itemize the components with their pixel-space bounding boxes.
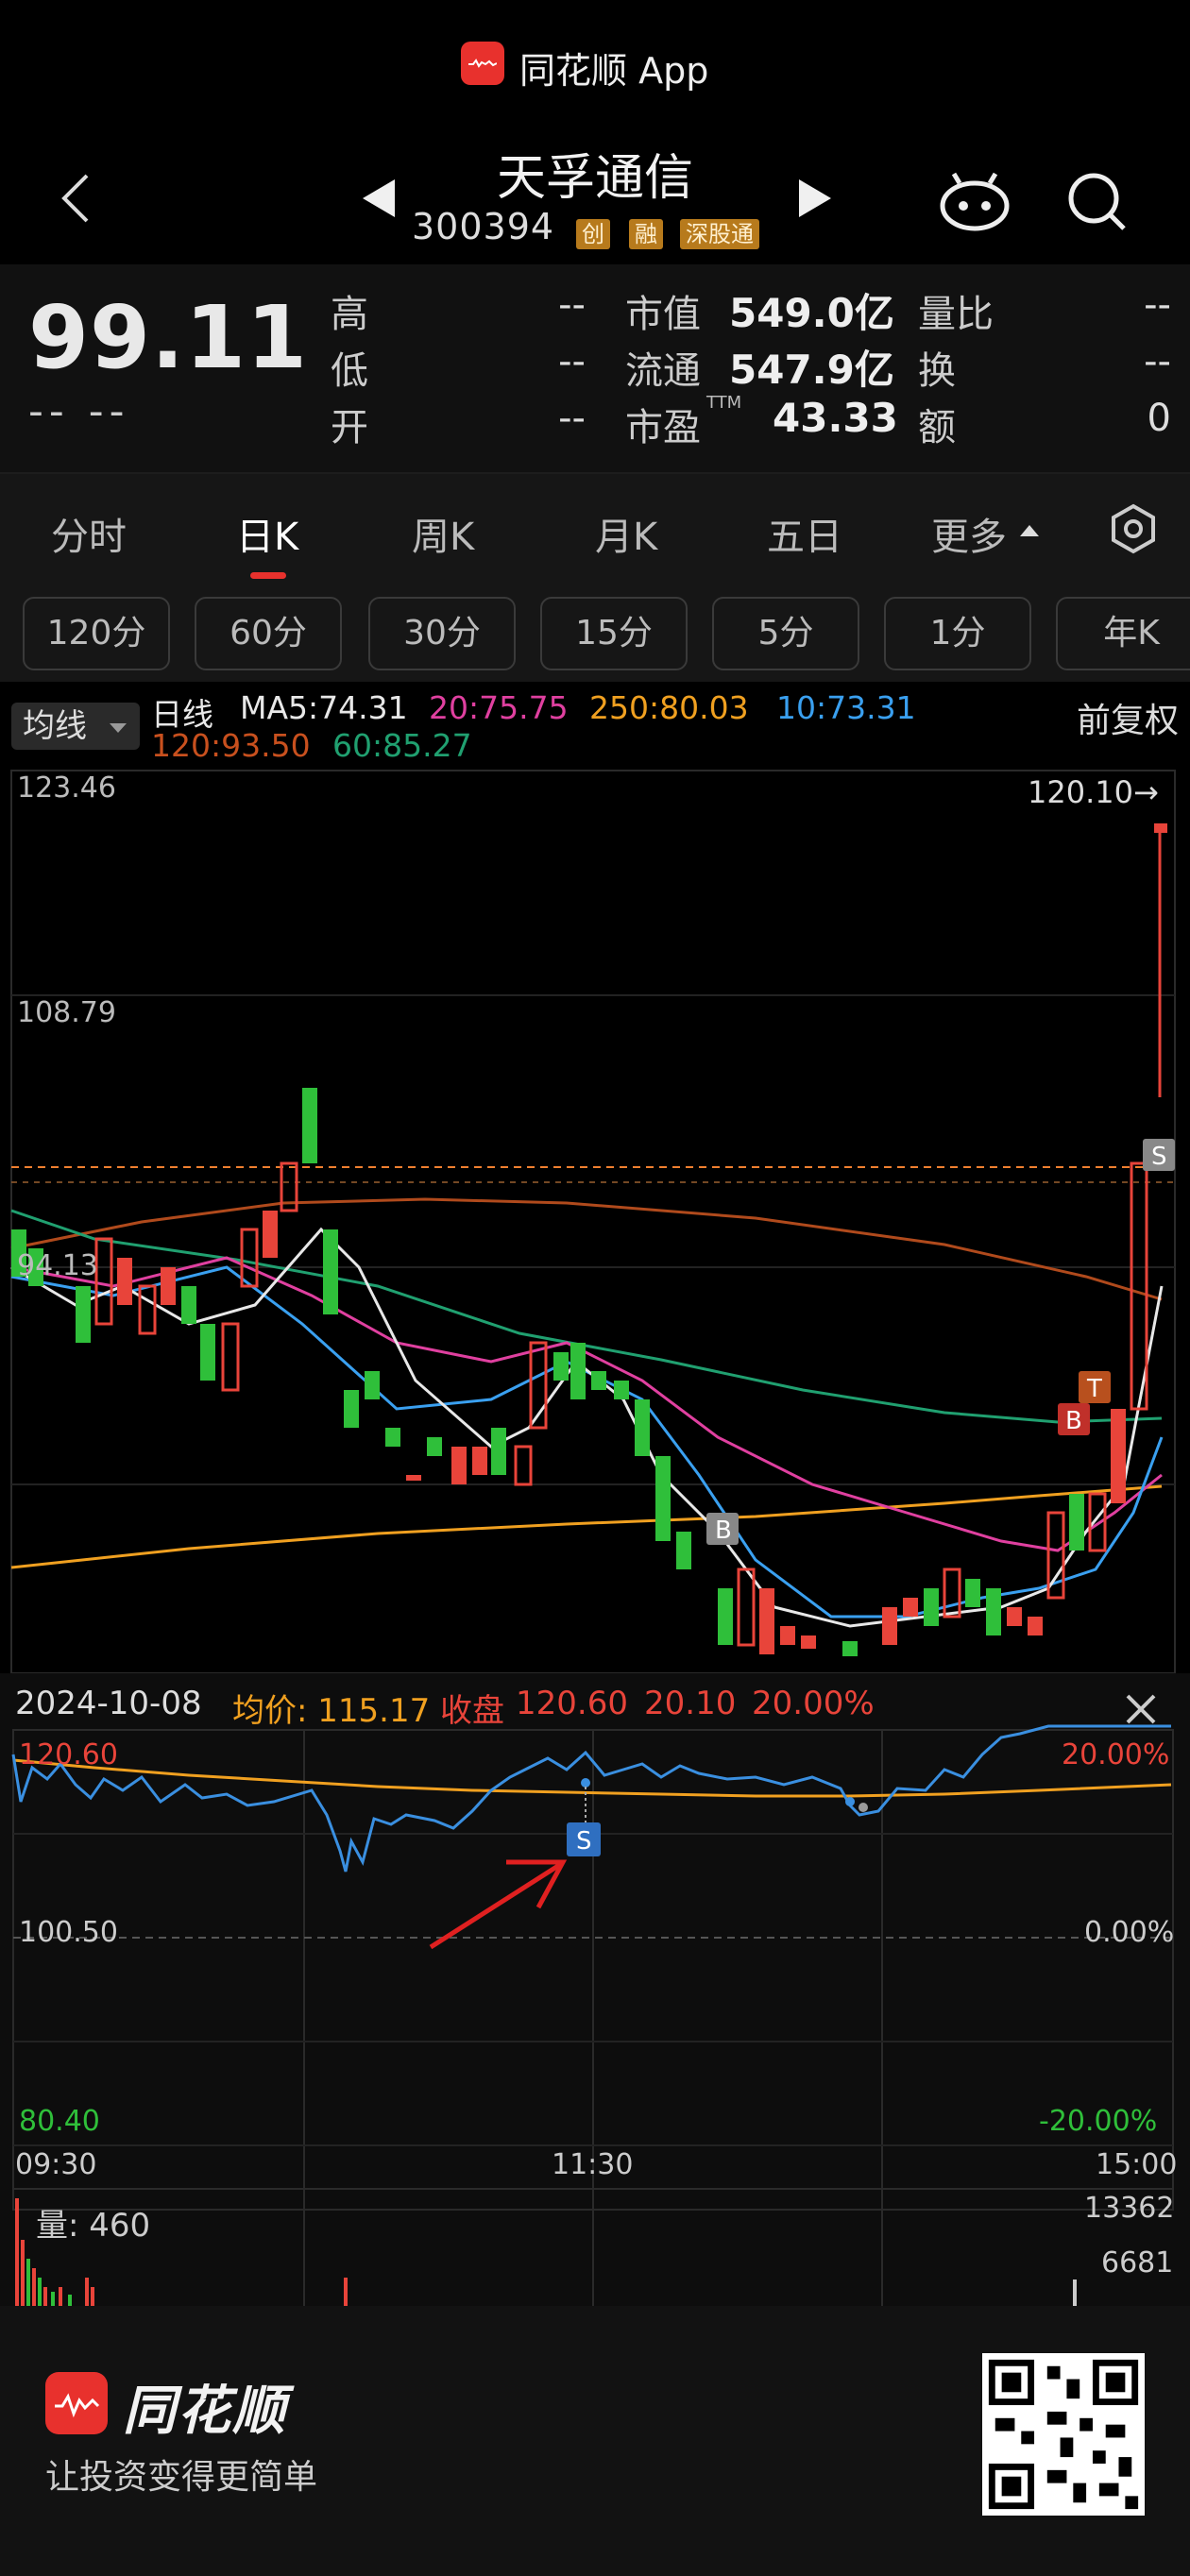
volume-tick-top: 13362	[1084, 2192, 1174, 2225]
candles	[11, 823, 1167, 1656]
footer-brand: 同花顺	[123, 2381, 287, 2442]
period-5min[interactable]: 5分	[712, 597, 859, 670]
settings-icon[interactable]	[1107, 502, 1160, 555]
y-label-top: 123.46	[17, 771, 116, 805]
period-15min[interactable]: 15分	[540, 597, 688, 670]
intraday-canvas: S 120.60 100.50 80.40 20.00% 0.00% -20.0…	[11, 1724, 1177, 2306]
qr-code-icon	[982, 2353, 1145, 2516]
stat-value-amount: 0	[1147, 397, 1171, 440]
period-60min[interactable]: 60分	[195, 597, 342, 670]
stat-label-pe: 市盈	[625, 406, 701, 449]
tab-more[interactable]: 更多	[931, 506, 1007, 561]
stat-label-volratio: 量比	[918, 293, 994, 336]
x-label-noon: 11:30	[552, 2148, 633, 2181]
tab-month-k[interactable]: 月K	[595, 506, 657, 561]
current-price: 99.11	[28, 287, 309, 388]
volume-label: 量: 460	[36, 2207, 150, 2245]
y-right-bottom: -20.00%	[1039, 2105, 1157, 2138]
kline-canvas: 123.46 108.79 94.13 120.10→ B B T S	[10, 770, 1176, 1673]
svg-text:B: B	[1065, 1407, 1082, 1435]
footer-logo-icon	[45, 2372, 108, 2434]
tag-rong: 融	[629, 219, 663, 249]
stat-label-amount: 额	[918, 406, 956, 449]
period-year-k[interactable]: 年K	[1056, 597, 1190, 670]
marker-b2[interactable]: B	[1058, 1403, 1090, 1435]
stat-value-volratio: --	[1144, 283, 1171, 327]
tag-chuang: 创	[576, 219, 610, 249]
y-left-mid: 100.50	[19, 1916, 118, 1949]
search-icon[interactable]	[1065, 170, 1128, 232]
stock-name: 天孚通信	[496, 150, 693, 207]
tag-shengutong: 深股通	[680, 219, 759, 249]
marker-s[interactable]: S	[1143, 1139, 1175, 1171]
stat-label-float: 流通	[625, 349, 701, 393]
marker-b1[interactable]: B	[706, 1513, 739, 1545]
ma250-line	[10, 1484, 1163, 1569]
s-point-dot	[581, 1778, 590, 1788]
stat-label-low: 低	[331, 349, 368, 393]
active-tab-indicator	[250, 572, 286, 579]
kline-chart[interactable]: 均线 日线 MA5:74.31 20:75.75 250:80.03 10:73…	[0, 682, 1190, 1673]
ma120-line	[10, 1197, 1163, 1301]
robot-assistant-icon[interactable]	[939, 170, 1011, 232]
max-price-label: 120.10→	[1028, 774, 1159, 810]
svg-text:B: B	[715, 1517, 732, 1545]
stat-value-low: --	[558, 340, 586, 383]
stat-value-pe: 43.33	[773, 395, 898, 441]
price-point-dot	[845, 1797, 855, 1806]
footer: 同花顺 让投资变得更简单	[0, 2306, 1190, 2576]
marker-t[interactable]: T	[1079, 1371, 1111, 1403]
x-label-open: 09:30	[15, 2148, 96, 2181]
tab-five-day[interactable]: 五日	[767, 506, 842, 561]
stat-value-high: --	[558, 283, 586, 327]
x-label-close: 15:00	[1096, 2148, 1177, 2181]
footer-slogan: 让投资变得更简单	[45, 2458, 318, 2497]
stat-value-mktcap: 549.0亿	[729, 290, 894, 336]
y-label-mid: 108.79	[17, 996, 116, 1029]
stat-label-open: 开	[331, 406, 368, 449]
stock-header: 天孚通信 300394 创 融 深股通	[0, 132, 1190, 264]
tab-fenshi[interactable]: 分时	[51, 506, 127, 561]
avg-point-dot	[858, 1803, 868, 1812]
chart-tabs: 分时 日K 周K 月K 五日 更多	[0, 472, 1190, 587]
svg-text:S: S	[1151, 1143, 1167, 1171]
svg-text:T: T	[1086, 1375, 1102, 1403]
prev-stock-icon[interactable]	[363, 179, 395, 217]
app-logo-icon	[461, 42, 504, 85]
y-left-bottom: 80.40	[19, 2105, 100, 2138]
next-stock-icon[interactable]	[799, 179, 831, 217]
tab-day-k[interactable]: 日K	[236, 506, 298, 561]
period-selector: 120分 60分 30分 15分 5分 1分 年K	[0, 587, 1190, 682]
quote-panel: 99.11 -- -- 高 低 开 -- -- -- 市值 流通 市盈 TTM …	[0, 264, 1190, 472]
y-label-low: 94.13	[17, 1249, 98, 1282]
period-1min[interactable]: 1分	[884, 597, 1031, 670]
app-title: 同花顺 App	[519, 50, 709, 92]
stat-label-turnover: 换	[918, 349, 956, 393]
stat-label-mktcap: 市值	[625, 293, 701, 336]
intraday-s-marker[interactable]: S	[567, 1822, 601, 1856]
price-change: -- --	[28, 387, 130, 435]
volume-bars	[15, 2198, 1077, 2306]
stat-value-open: --	[558, 397, 586, 440]
caret-up-icon	[1020, 525, 1039, 536]
stat-label-high: 高	[331, 293, 368, 336]
intraday-panel: 2024-10-08 均价: 115.17 收盘 120.60 20.10 20…	[0, 1673, 1190, 2306]
app-banner: 同花顺 App	[0, 0, 1190, 132]
tab-week-k[interactable]: 周K	[412, 506, 474, 561]
red-arrow-annotation	[429, 1859, 568, 1950]
svg-text:S: S	[576, 1827, 592, 1856]
period-30min[interactable]: 30分	[368, 597, 516, 670]
ttm-sup: TTM	[706, 393, 742, 413]
y-left-top: 120.60	[19, 1738, 118, 1771]
period-120min[interactable]: 120分	[23, 597, 170, 670]
stock-code: 300394	[412, 206, 555, 247]
stat-value-turnover: --	[1144, 340, 1171, 383]
y-right-mid: 0.00%	[1084, 1916, 1174, 1949]
volume-tick-mid: 6681	[1101, 2246, 1173, 2279]
stat-value-float: 547.9亿	[729, 347, 894, 393]
y-right-top: 20.00%	[1062, 1738, 1169, 1771]
